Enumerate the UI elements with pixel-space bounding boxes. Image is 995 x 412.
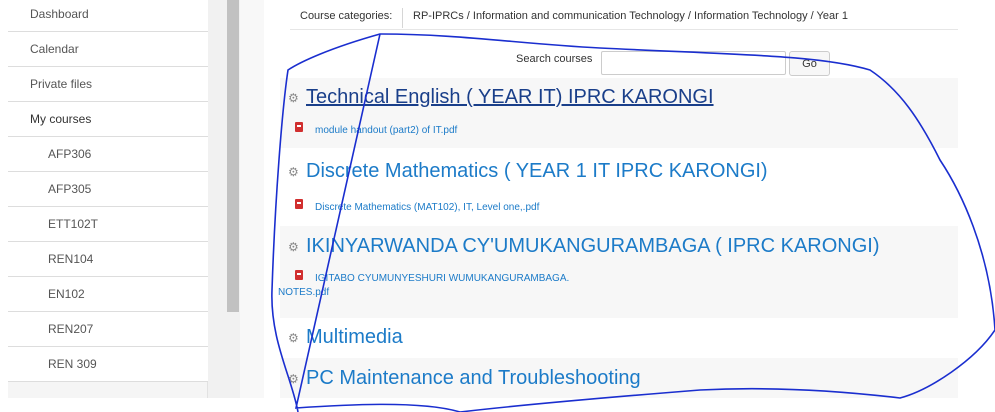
- course-title-ikinyarwanda[interactable]: ⚙ IKINYARWANDA CY'UMUKANGURAMBAGA ( IPRC…: [288, 235, 880, 258]
- pdf-icon: [294, 122, 304, 133]
- course-title-discrete-mathematics[interactable]: ⚙ Discrete Mathematics ( YEAR 1 IT IPRC …: [288, 160, 768, 183]
- nav-course-ren104[interactable]: REN104: [8, 242, 208, 277]
- course-title-technical-english[interactable]: ⚙ Technical English ( YEAR IT) IPRC KARO…: [288, 86, 714, 109]
- content-gutter: [240, 0, 264, 398]
- nav-course-afp306[interactable]: AFP306: [8, 137, 208, 172]
- file-name[interactable]: Discrete Mathematics (MAT102), IT, Level…: [315, 202, 539, 213]
- course-file-link[interactable]: IGITABO CYUMUNYESHURI WUMUKANGURAMBAGA.: [294, 270, 569, 284]
- nav-gutter: [208, 0, 226, 398]
- course-gear-icon: ⚙: [288, 330, 299, 345]
- course-category-select[interactable]: RP-IPRCs / Information and communication…: [413, 10, 848, 22]
- nav-item-private-files[interactable]: Private files: [8, 67, 208, 102]
- course-category-row: Course categories: RP-IPRCs / Informatio…: [290, 8, 958, 30]
- nav-item-dashboard[interactable]: Dashboard: [8, 0, 208, 32]
- course-title-pc-maintenance[interactable]: ⚙ PC Maintenance and Troubleshooting: [288, 367, 641, 390]
- nav-course-en102[interactable]: EN102: [8, 277, 208, 312]
- nav-course-ett102t[interactable]: ETT102T: [8, 207, 208, 242]
- course-gear-icon: ⚙: [288, 239, 299, 254]
- search-courses-label: Search courses: [516, 53, 593, 65]
- course-link[interactable]: Discrete Mathematics ( YEAR 1 IT IPRC KA…: [306, 160, 768, 183]
- nav-course-ren309[interactable]: REN 309: [8, 347, 208, 382]
- course-title-multimedia[interactable]: ⚙ Multimedia: [288, 326, 403, 349]
- course-gear-icon: ⚙: [288, 90, 299, 105]
- breadcrumb-divider: [402, 8, 403, 28]
- nav-item-calendar[interactable]: Calendar: [8, 32, 208, 67]
- search-courses-input[interactable]: [601, 51, 786, 75]
- navigation-drawer: Dashboard Calendar Private files My cour…: [8, 0, 208, 398]
- pdf-icon: [294, 199, 304, 210]
- nav-course-afp305[interactable]: AFP305: [8, 172, 208, 207]
- nav-scrollbar-thumb[interactable]: [227, 0, 239, 312]
- file-name[interactable]: NOTES.pdf: [278, 287, 329, 298]
- course-box-technical-english: ⚙ Technical English ( YEAR IT) IPRC KARO…: [280, 78, 958, 148]
- course-gear-icon: ⚙: [288, 371, 299, 386]
- file-name[interactable]: module handout (part2) of IT.pdf: [315, 125, 457, 136]
- course-link[interactable]: Multimedia: [306, 326, 403, 349]
- course-link[interactable]: IKINYARWANDA CY'UMUKANGURAMBAGA ( IPRC K…: [306, 235, 880, 258]
- course-file-link[interactable]: Discrete Mathematics (MAT102), IT, Level…: [294, 199, 539, 213]
- course-box-ikinyarwanda: ⚙ IKINYARWANDA CY'UMUKANGURAMBAGA ( IPRC…: [278, 226, 958, 318]
- nav-item-my-courses[interactable]: My courses: [8, 102, 208, 137]
- page-margin: [0, 0, 8, 398]
- nav-course-ren207[interactable]: REN207: [8, 312, 208, 347]
- course-gear-icon: ⚙: [288, 164, 299, 179]
- course-categories-label: Course categories:: [300, 10, 393, 22]
- course-box-pc-maintenance: ⚙ PC Maintenance and Troubleshooting: [280, 358, 958, 398]
- file-name[interactable]: IGITABO CYUMUNYESHURI WUMUKANGURAMBAGA.: [315, 273, 569, 284]
- course-file-link-continued[interactable]: NOTES.pdf: [278, 287, 329, 298]
- course-box-multimedia: ⚙ Multimedia: [280, 320, 958, 356]
- course-link[interactable]: PC Maintenance and Troubleshooting: [306, 367, 641, 390]
- pdf-icon: [294, 270, 304, 281]
- course-file-link[interactable]: module handout (part2) of IT.pdf: [294, 122, 457, 136]
- course-box-discrete-mathematics: ⚙ Discrete Mathematics ( YEAR 1 IT IPRC …: [280, 150, 958, 224]
- course-link[interactable]: Technical English ( YEAR IT) IPRC KARONG…: [306, 86, 714, 109]
- go-button[interactable]: Go: [789, 51, 830, 76]
